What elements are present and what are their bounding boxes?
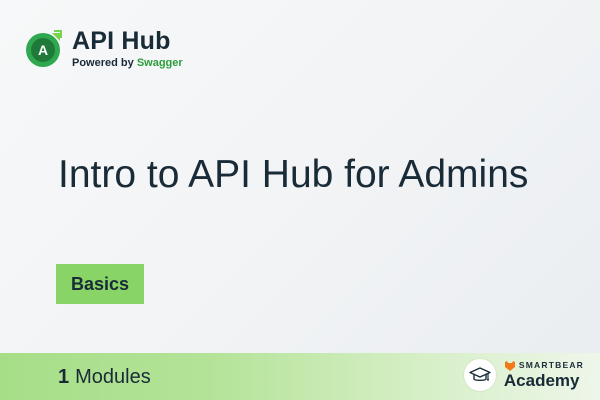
smartbear-academy-logo: SMARTBEAR Academy xyxy=(463,359,584,391)
brand-name: API Hub xyxy=(72,27,171,55)
api-hub-logo-icon: A xyxy=(26,30,62,67)
powered-by-label: Powered by xyxy=(72,57,134,69)
brand-logo: A API Hub Powered by Swagger xyxy=(24,28,183,70)
course-footer: 1 Modules SMARTBEAR Academy xyxy=(0,353,600,400)
modules-count: 1 xyxy=(58,366,70,388)
smartbear-label: SMARTBEAR xyxy=(518,360,584,370)
modules-info: 1 Modules xyxy=(58,365,151,389)
bear-icon xyxy=(504,360,515,371)
modules-label: Modules xyxy=(75,366,151,388)
logo-letter: A xyxy=(38,42,48,58)
powered-by-line: Powered by Swagger xyxy=(72,56,183,70)
level-badge: Basics xyxy=(56,264,145,304)
course-card[interactable]: A API Hub Powered by Swagger Intro to AP… xyxy=(0,0,600,400)
graduation-cap-badge xyxy=(463,359,496,391)
swagger-brand: Swagger xyxy=(136,57,183,69)
graduation-cap-icon xyxy=(469,367,491,382)
course-title: Intro to API Hub for Admins xyxy=(58,153,529,196)
academy-label: Academy xyxy=(503,371,580,390)
